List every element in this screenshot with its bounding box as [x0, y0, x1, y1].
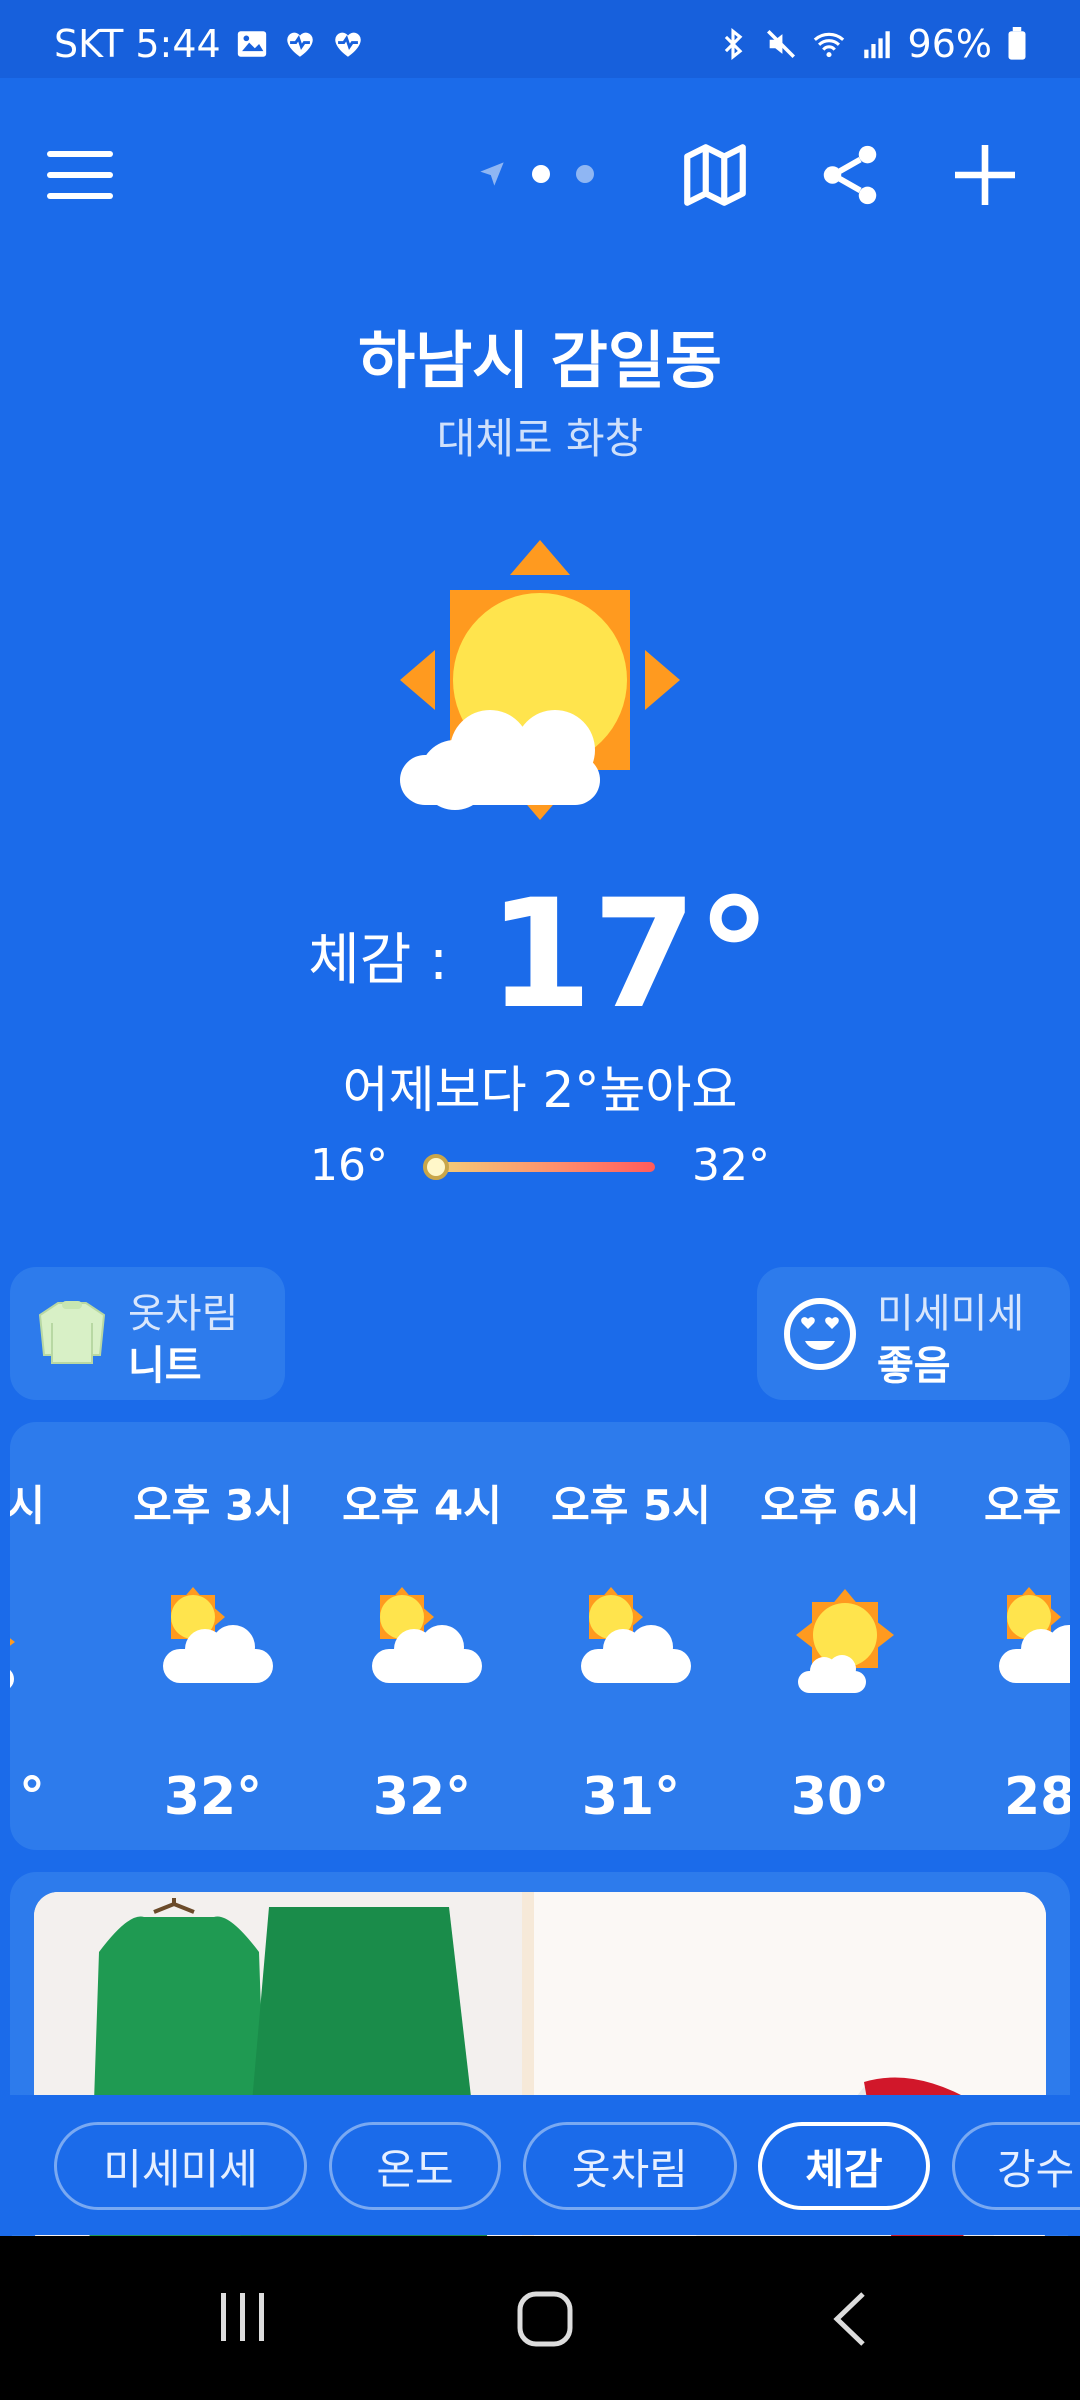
temperature-range: 16° 32°	[310, 1140, 770, 1200]
hour-temp: 31°	[581, 1767, 681, 1827]
hour-item: 오후 4시 32°	[317, 1422, 527, 1850]
page-indicator[interactable]	[478, 160, 594, 188]
hour-temp: 30°	[790, 1767, 890, 1827]
bottom-tabs: 미세미세 온도 옷차림 체감 강수	[0, 2095, 1080, 2235]
health-icon-2	[334, 32, 361, 57]
hour-time: 오후 7	[984, 1481, 1070, 1530]
compare-yesterday: 어제보다 2°높아요	[342, 1061, 738, 1119]
clothing-title: 옷차림	[128, 1291, 239, 1337]
sun-cloud-icon	[581, 1587, 691, 1683]
hour-item: 2시 °	[10, 1422, 65, 1850]
hour-time: 오후 6시	[760, 1481, 920, 1530]
hamburger-icon	[47, 151, 113, 199]
carrier-time: SKT 5:44	[54, 22, 221, 66]
hour-item: 오후 3시 32°	[108, 1422, 318, 1850]
share-button[interactable]	[805, 130, 895, 220]
share-icon	[823, 145, 877, 205]
range-track	[435, 1162, 655, 1172]
sun-cloud-icon	[999, 1587, 1070, 1683]
smiley-heart-eyes-icon	[784, 1298, 856, 1370]
dust-chip[interactable]: 미세미세 좋음	[757, 1267, 1070, 1400]
tab-clothing[interactable]: 옷차림	[523, 2122, 737, 2210]
sweater-icon	[38, 1301, 106, 1364]
hour-time: 오후 4시	[342, 1481, 502, 1530]
signal-icon	[863, 31, 890, 59]
menu-button[interactable]	[35, 130, 125, 220]
tab-dust[interactable]: 미세미세	[54, 2122, 307, 2210]
add-location-button[interactable]	[940, 130, 1030, 220]
sun-small-cloud-icon	[796, 1589, 894, 1693]
mute-icon	[766, 29, 795, 59]
map-icon	[684, 144, 746, 206]
tab-feels-like[interactable]: 체감	[758, 2122, 930, 2210]
weather-condition: 대체로 화창	[436, 414, 644, 463]
sun-cloud-icon	[400, 540, 680, 820]
clothing-value: 니트	[128, 1343, 202, 1389]
battery-icon	[1008, 27, 1026, 60]
health-icon	[286, 32, 313, 57]
plus-icon	[955, 145, 1015, 205]
hour-item: 오후 5시 31°	[526, 1422, 736, 1850]
status-left: SKT 5:44	[54, 22, 365, 66]
high-temp: 32°	[692, 1140, 770, 1191]
hour-temp: °	[19, 1767, 45, 1827]
status-bar: SKT 5:44 96%	[0, 0, 1080, 78]
current-location-icon	[480, 162, 504, 186]
hour-item: 오후 6시 30°	[735, 1422, 945, 1850]
bluetooth-icon	[724, 28, 742, 60]
feels-like-label: 체감 :	[308, 927, 448, 993]
sun-cloud-icon	[10, 1638, 15, 1688]
home-icon[interactable]	[515, 2289, 575, 2349]
page-dot	[576, 165, 594, 183]
recent-apps-icon[interactable]	[215, 2289, 271, 2345]
hour-temp: 32°	[372, 1767, 472, 1827]
page-dot-active	[532, 165, 550, 183]
feels-like: 체감 : 17°	[0, 880, 1080, 1030]
weather-app: SKT 5:44 96% 하남시 감일동 대체로 화창 체감: 17° 어제보…	[0, 0, 1080, 2236]
wifi-icon	[813, 32, 844, 58]
system-nav-bar	[0, 2236, 1080, 2400]
hour-temp: 32°	[163, 1767, 263, 1827]
hourly-forecast[interactable]: 2시 ° 오후 3시 32° 오후 4시 32° 오후 5시 31° 오후 6시…	[10, 1422, 1070, 1850]
back-icon[interactable]	[825, 2289, 875, 2349]
tab-temperature[interactable]: 온도	[329, 2122, 501, 2210]
location-name[interactable]: 하남시 감일동	[0, 310, 1080, 400]
low-temp: 16°	[310, 1140, 388, 1191]
dust-title: 미세미세	[877, 1291, 1025, 1337]
clothing-chip[interactable]: 옷차림 니트	[10, 1267, 285, 1400]
gallery-icon	[237, 31, 266, 57]
sun-cloud-icon	[372, 1587, 482, 1683]
map-button[interactable]	[670, 130, 760, 220]
hour-time: 2시	[10, 1481, 45, 1530]
hour-time: 오후 5시	[551, 1481, 711, 1530]
battery-percent: 96%	[907, 22, 992, 66]
dust-value: 좋음	[877, 1343, 951, 1389]
current-temp-marker	[423, 1154, 449, 1180]
sun-cloud-icon	[163, 1587, 273, 1683]
tab-precipitation[interactable]: 강수	[952, 2122, 1080, 2210]
hour-time: 오후 3시	[133, 1481, 293, 1530]
feels-like-value: 17°	[487, 868, 772, 1042]
status-right: 96%	[716, 22, 1028, 66]
hour-item: 오후 7 28	[944, 1422, 1070, 1850]
hour-temp: 28	[1004, 1767, 1070, 1827]
